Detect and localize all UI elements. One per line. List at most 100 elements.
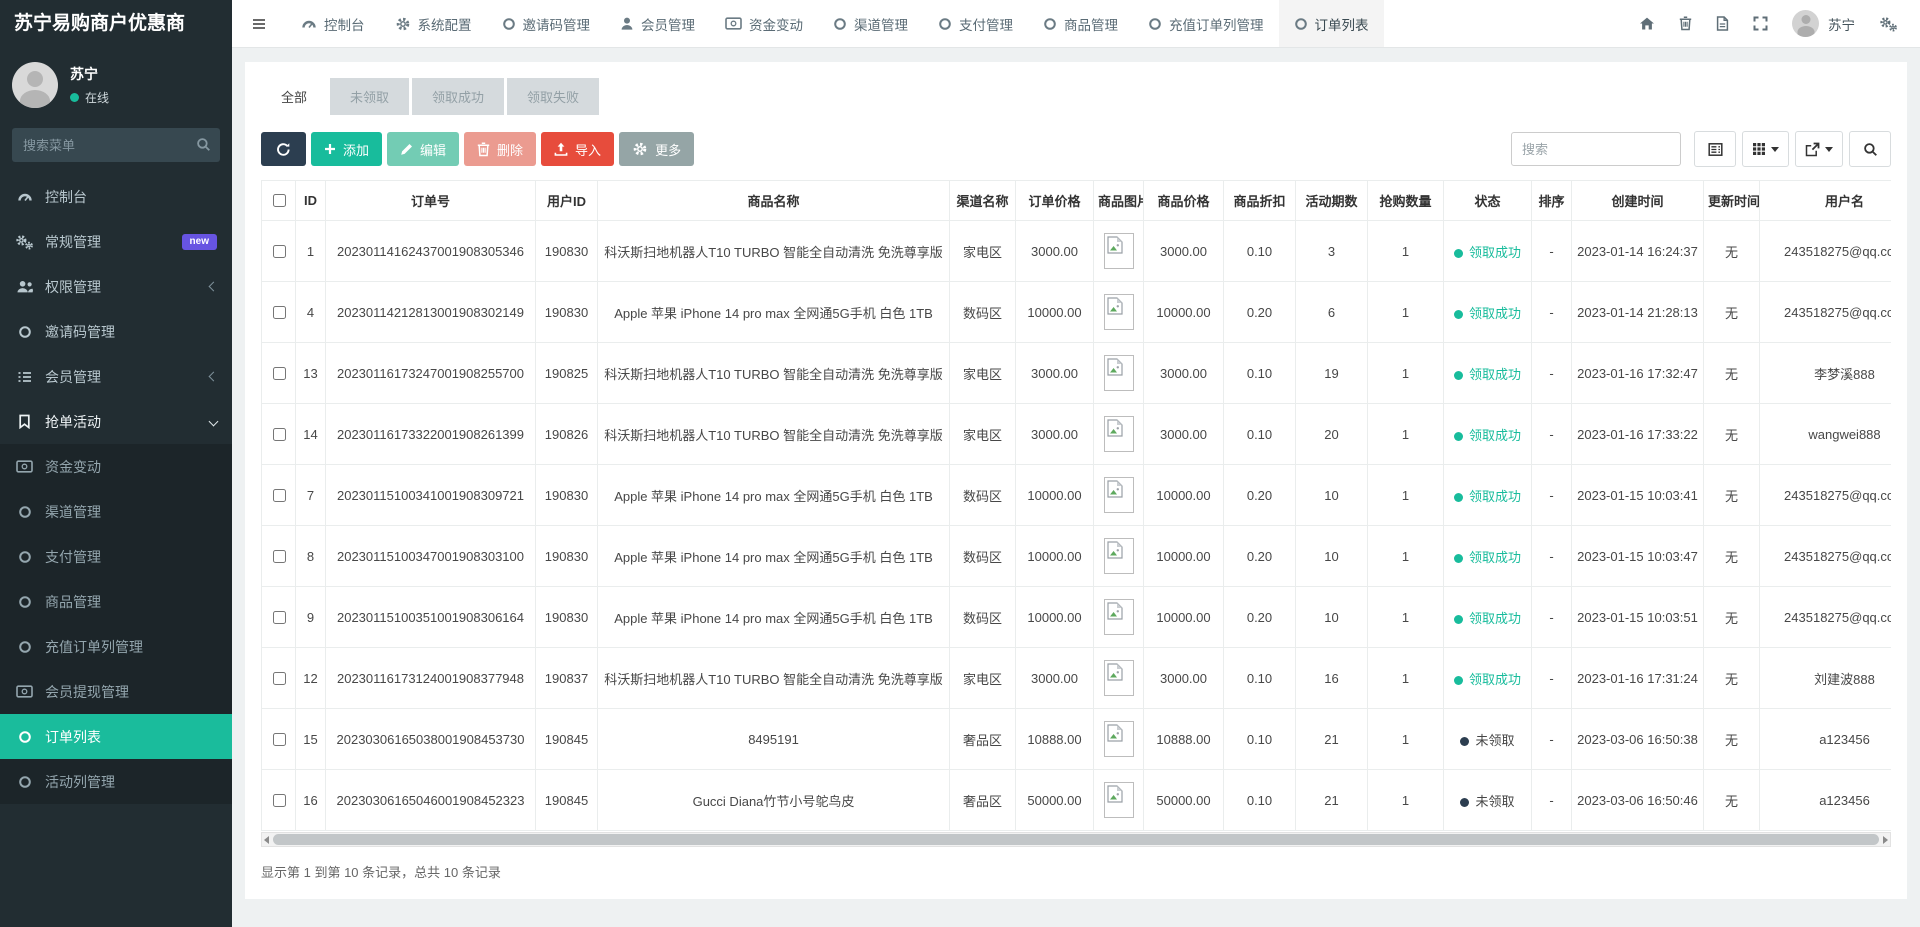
gears-icon[interactable] (1879, 16, 1898, 32)
user-chip[interactable]: 苏宁 (1792, 10, 1855, 37)
topnav-item[interactable]: 渠道管理 (818, 0, 923, 47)
trash-icon[interactable] (1679, 16, 1692, 31)
table-row: 1320230116173247001908255700190825科沃斯扫地机… (262, 343, 1892, 404)
sidebar-item[interactable]: 常规管理new (0, 219, 232, 264)
scroll-right-arrow-icon[interactable] (1883, 836, 1888, 844)
filter-tab[interactable]: 领取失败 (507, 78, 599, 115)
cell-product: Apple 苹果 iPhone 14 pro max 全网通5G手机 白色 1T… (598, 282, 950, 343)
column-header: 渠道名称 (950, 181, 1016, 221)
scrollbar-thumb[interactable] (273, 834, 1879, 845)
row-checkbox[interactable] (273, 367, 286, 380)
cell-discount: 0.20 (1224, 587, 1296, 648)
row-checkbox[interactable] (273, 672, 286, 685)
export-button[interactable] (1795, 131, 1843, 167)
topnav-item[interactable]: 邀请码管理 (487, 0, 606, 47)
row-checkbox[interactable] (273, 733, 286, 746)
sidebar-item[interactable]: 资金变动 (0, 444, 232, 489)
expand-icon[interactable] (1753, 16, 1768, 31)
scroll-left-arrow-icon[interactable] (264, 836, 269, 844)
row-checkbox-cell (262, 221, 296, 282)
refresh-button[interactable] (261, 132, 306, 166)
row-checkbox[interactable] (273, 306, 286, 319)
sidebar-item[interactable]: 会员提现管理 (0, 669, 232, 714)
cell-channel: 数码区 (950, 526, 1016, 587)
row-checkbox[interactable] (273, 428, 286, 441)
sidebar-item[interactable]: 活动列管理 (0, 759, 232, 804)
row-checkbox[interactable] (273, 489, 286, 502)
chevron-left-icon (209, 282, 219, 292)
cell-updated: 无 (1704, 343, 1760, 404)
filter-tab[interactable]: 全部 (261, 78, 327, 115)
toggle-view-button[interactable] (1694, 131, 1736, 167)
cell-product-image (1094, 709, 1144, 770)
cell-discount: 0.10 (1224, 343, 1296, 404)
document-icon[interactable] (1716, 16, 1729, 31)
row-checkbox[interactable] (273, 245, 286, 258)
row-checkbox[interactable] (273, 794, 286, 807)
cell-status: 领取成功 (1444, 221, 1532, 282)
sidebar-item[interactable]: 抢单活动 (0, 399, 232, 444)
cell-qty: 1 (1368, 282, 1444, 343)
cell-user-id: 190825 (536, 343, 598, 404)
plus-icon (324, 143, 336, 155)
topnav-item[interactable]: 充值订单列管理 (1133, 0, 1279, 47)
cell-sort: - (1532, 648, 1572, 709)
content: 全部未领取领取成功领取失败 添加 编辑 删除 导入 更多 (232, 48, 1920, 927)
home-icon[interactable] (1639, 16, 1655, 31)
topnav-item[interactable]: 商品管理 (1028, 0, 1133, 47)
more-button[interactable]: 更多 (619, 132, 694, 166)
sidebar-item[interactable]: 支付管理 (0, 534, 232, 579)
brand-title: 苏宁易购商户优惠商 (0, 0, 232, 48)
topnav-item[interactable]: 支付管理 (923, 0, 1028, 47)
edit-button[interactable]: 编辑 (387, 132, 459, 166)
cell-period: 10 (1296, 465, 1368, 526)
broken-image-icon (1104, 355, 1134, 391)
filter-tabs: 全部未领取领取成功领取失败 (261, 78, 1891, 115)
sidebar-item[interactable]: 权限管理 (0, 264, 232, 309)
sidebar-item[interactable]: 充值订单列管理 (0, 624, 232, 669)
cell-order-price: 10888.00 (1016, 709, 1094, 770)
grid-columns-icon (1752, 142, 1766, 156)
table-search-input[interactable] (1511, 132, 1681, 166)
select-all-checkbox[interactable] (273, 194, 286, 207)
sidebar-item[interactable]: 订单列表 (0, 714, 232, 759)
cell-discount: 0.20 (1224, 282, 1296, 343)
list-icon (15, 370, 34, 384)
import-button[interactable]: 导入 (541, 132, 614, 166)
cell-id: 15 (296, 709, 326, 770)
status-badge: 领取成功 (1454, 367, 1521, 382)
horizontal-scrollbar[interactable] (261, 832, 1891, 847)
hamburger-icon[interactable] (232, 0, 286, 47)
add-button[interactable]: 添加 (311, 132, 382, 166)
search-button[interactable] (1849, 131, 1891, 167)
broken-image-icon (1104, 721, 1134, 757)
cell-qty: 1 (1368, 770, 1444, 831)
row-checkbox[interactable] (273, 611, 286, 624)
cell-username: 刘建波888 (1760, 648, 1892, 709)
filter-tab[interactable]: 领取成功 (412, 78, 504, 115)
topnav-item[interactable]: 资金变动 (710, 0, 818, 47)
topnav-item[interactable]: 会员管理 (605, 0, 710, 47)
column-header: 活动期数 (1296, 181, 1368, 221)
cell-product-price: 10000.00 (1144, 465, 1224, 526)
sidebar-item[interactable]: 商品管理 (0, 579, 232, 624)
column-header: 抢购数量 (1368, 181, 1444, 221)
sidebar-item[interactable]: 渠道管理 (0, 489, 232, 534)
topnav-item[interactable]: 系统配置 (380, 0, 487, 47)
row-checkbox[interactable] (273, 550, 286, 563)
sidebar-item[interactable]: 会员管理 (0, 354, 232, 399)
columns-button[interactable] (1742, 131, 1789, 167)
topnav-item[interactable]: 控制台 (286, 0, 380, 47)
cell-period: 21 (1296, 770, 1368, 831)
cell-id: 8 (296, 526, 326, 587)
sidebar-item[interactable]: 控制台 (0, 174, 232, 219)
gear-icon (632, 141, 648, 157)
cell-channel: 家电区 (950, 221, 1016, 282)
sidebar-item[interactable]: 邀请码管理 (0, 309, 232, 354)
sidebar-menu: 控制台常规管理new权限管理邀请码管理会员管理抢单活动资金变动渠道管理支付管理商… (0, 174, 232, 804)
topnav-item[interactable]: 订单列表 (1279, 0, 1384, 47)
sidebar-search-input[interactable] (12, 128, 220, 162)
delete-button[interactable]: 删除 (464, 132, 536, 166)
filter-tab[interactable]: 未领取 (330, 78, 409, 115)
table-row: 720230115100341001908309721190830Apple 苹… (262, 465, 1892, 526)
